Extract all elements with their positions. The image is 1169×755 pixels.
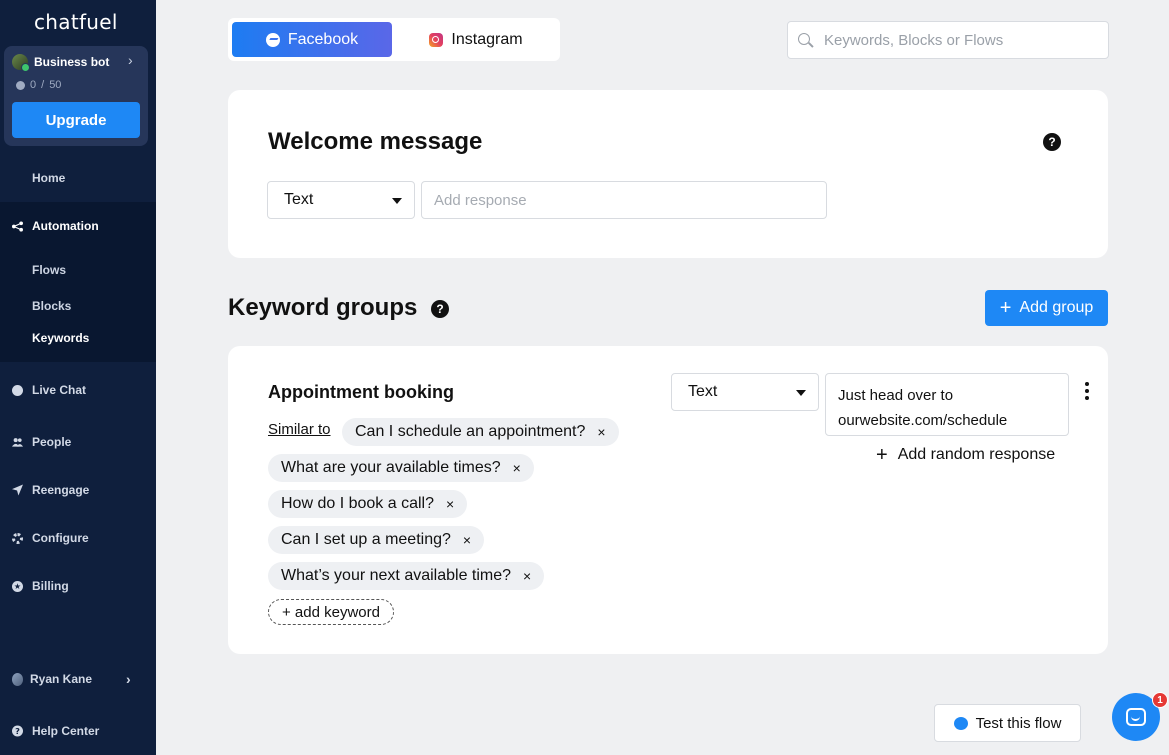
- usage-total: 50: [49, 79, 62, 91]
- keyword-group-card: Appointment booking Similar to Can I sch…: [228, 346, 1108, 654]
- select-value: Text: [284, 191, 314, 208]
- flow-icon: [12, 220, 23, 232]
- welcome-response-input[interactable]: [421, 181, 827, 219]
- chat-icon: [1126, 708, 1146, 726]
- sidebar-item-people[interactable]: People: [0, 430, 156, 454]
- add-random-label: Add random response: [897, 446, 1056, 463]
- svg-text:?: ?: [15, 726, 20, 736]
- response-text[interactable]: Just head over to ourwebsite.com/schedul…: [825, 373, 1069, 436]
- add-random-response-button[interactable]: + Add random response: [876, 445, 1055, 465]
- search-icon: [798, 33, 810, 45]
- help-icon[interactable]: ?: [431, 300, 449, 318]
- help-icon[interactable]: ?: [1043, 133, 1061, 151]
- remove-icon[interactable]: ×: [523, 568, 531, 584]
- remove-icon[interactable]: ×: [513, 460, 521, 476]
- sidebar-item-reengage[interactable]: Reengage: [0, 478, 156, 502]
- sidebar-item-live-chat[interactable]: Live Chat: [0, 378, 156, 402]
- instagram-icon: [429, 32, 444, 47]
- similar-to-label: Similar to: [268, 421, 331, 438]
- sidebar-subitem-keywords[interactable]: Keywords: [32, 331, 89, 345]
- sidebar-item-label: Reengage: [32, 483, 90, 497]
- remove-icon[interactable]: ×: [597, 424, 605, 440]
- keyword-text: How do I book a call?: [281, 495, 434, 512]
- tab-facebook[interactable]: Facebook: [232, 22, 392, 57]
- people-icon: [12, 437, 23, 448]
- keyword-text: What’s your next available time?: [281, 567, 512, 584]
- sidebar-item-configure[interactable]: Configure: [0, 526, 156, 550]
- add-keyword-button[interactable]: + add keyword: [268, 599, 394, 625]
- bot-name[interactable]: Business bot: [34, 55, 109, 69]
- keyword-groups-title: Keyword groups: [228, 294, 418, 321]
- messenger-icon: [953, 716, 968, 730]
- help-circle-icon: ?: [12, 725, 23, 737]
- group-name[interactable]: Appointment booking: [268, 382, 454, 403]
- test-flow-button[interactable]: Test this flow: [934, 704, 1081, 742]
- messenger-icon: [265, 32, 280, 47]
- tab-label: Instagram: [451, 30, 523, 48]
- sidebar-subitem-blocks[interactable]: Blocks: [32, 299, 71, 313]
- bot-usage: 0 / 50: [16, 79, 61, 91]
- bot-card: Business bot › 0 / 50 Upgrade: [4, 46, 148, 146]
- caret-down-icon: [796, 390, 806, 396]
- upgrade-button[interactable]: Upgrade: [12, 102, 140, 138]
- chatfuel-logo[interactable]: chatfuel: [34, 10, 118, 34]
- tab-label: Facebook: [287, 30, 359, 48]
- welcome-message-card: Welcome message ? Text: [228, 90, 1108, 258]
- keyword-chip[interactable]: What’s your next available time? ×: [268, 562, 545, 590]
- sidebar-item-label: Configure: [32, 531, 89, 545]
- usage-used: 0: [30, 79, 37, 91]
- sidebar-item-label: Help Center: [32, 724, 100, 738]
- chat-icon: [12, 384, 23, 396]
- add-group-button[interactable]: + Add group: [985, 290, 1108, 326]
- remove-icon[interactable]: ×: [446, 496, 454, 512]
- remove-icon[interactable]: ×: [463, 532, 471, 548]
- sidebar-subitem-flows[interactable]: Flows: [32, 263, 66, 277]
- notification-badge: 1: [1152, 692, 1168, 708]
- sidebar-item-automation[interactable]: Automation: [0, 214, 156, 238]
- sidebar-item-label: Automation: [32, 219, 99, 233]
- search-box: [787, 21, 1109, 59]
- caret-down-icon: [392, 198, 402, 204]
- sidebar-item-label: People: [32, 435, 72, 449]
- tab-instagram[interactable]: Instagram: [396, 22, 556, 57]
- sidebar-item-label: Live Chat: [32, 383, 87, 397]
- chat-bubble-icon: [16, 80, 25, 90]
- user-name: Ryan Kane: [30, 672, 93, 686]
- test-flow-label: Test this flow: [975, 714, 1062, 732]
- sidebar-item-label: Billing: [32, 579, 69, 593]
- sidebar-item-billing[interactable]: ★ Billing: [0, 574, 156, 598]
- welcome-title: Welcome message: [268, 128, 483, 155]
- chevron-right-icon: ›: [126, 671, 131, 687]
- add-group-label: Add group: [1019, 299, 1094, 316]
- sidebar: chatfuel Business bot › 0 / 50 Upgrade H…: [0, 0, 156, 755]
- user-menu[interactable]: Ryan Kane ›: [0, 667, 156, 691]
- keyword-text: What are your available times?: [281, 459, 501, 476]
- user-avatar: [12, 672, 23, 686]
- welcome-type-select[interactable]: Text: [267, 181, 415, 219]
- keyword-chip[interactable]: How do I book a call? ×: [268, 490, 468, 518]
- paper-plane-icon: [12, 484, 23, 496]
- sidebar-item-help-center[interactable]: ? Help Center: [0, 719, 156, 743]
- dashboard-icon: [12, 173, 23, 184]
- platform-tabs: Facebook Instagram: [228, 18, 560, 61]
- select-value: Text: [688, 383, 718, 400]
- search-input[interactable]: [824, 30, 1094, 50]
- response-type-select[interactable]: Text: [671, 373, 819, 411]
- bot-avatar[interactable]: [12, 54, 30, 72]
- keyword-text: Can I schedule an appointment?: [355, 423, 586, 440]
- sidebar-item-home[interactable]: Home: [0, 166, 156, 190]
- keyword-chip[interactable]: What are your available times? ×: [268, 454, 534, 482]
- plus-icon: +: [999, 297, 1012, 319]
- keyword-chip[interactable]: Can I schedule an appointment? ×: [342, 418, 619, 446]
- usage-separator: /: [41, 79, 45, 91]
- gear-icon: [12, 532, 23, 544]
- sidebar-item-label: Home: [32, 171, 66, 185]
- keyword-chip[interactable]: Can I set up a meeting? ×: [268, 526, 485, 554]
- more-options-icon[interactable]: [1085, 382, 1089, 400]
- chevron-right-icon[interactable]: ›: [128, 52, 133, 68]
- billing-icon: ★: [12, 580, 23, 592]
- plus-icon: +: [876, 444, 888, 466]
- keyword-text: Can I set up a meeting?: [281, 531, 451, 548]
